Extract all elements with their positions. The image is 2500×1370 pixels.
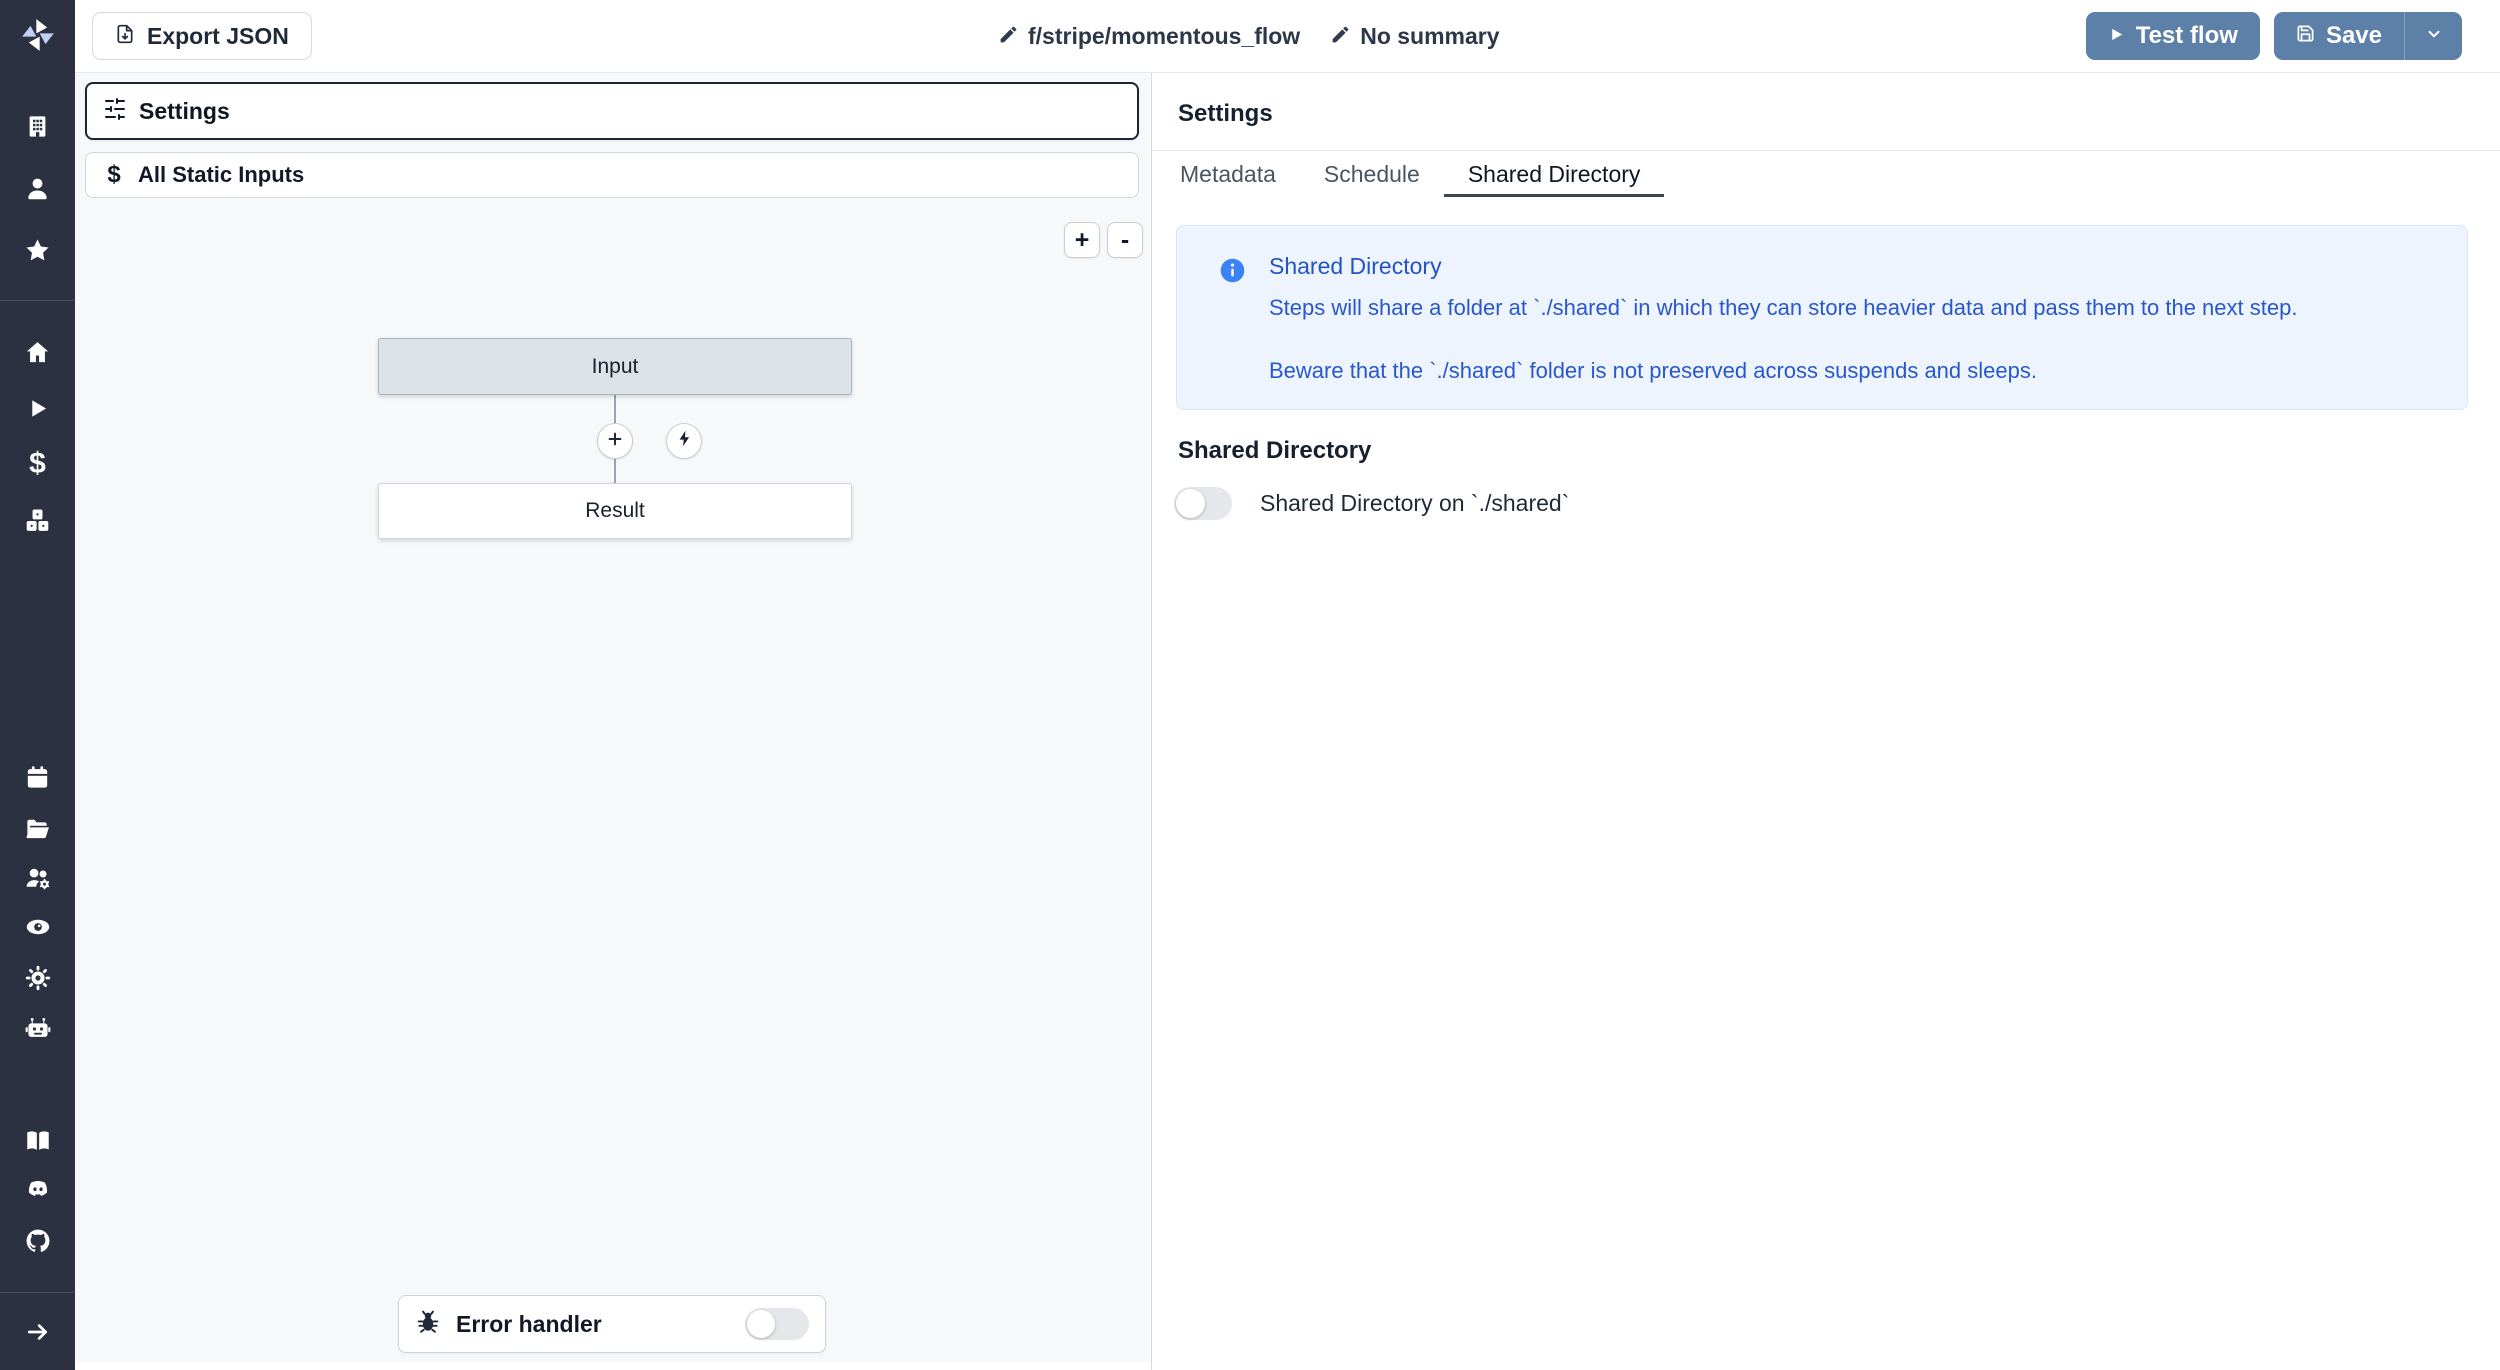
- save-button[interactable]: Save: [2274, 12, 2404, 60]
- info-icon: [1219, 257, 1246, 289]
- trigger-bolt-button[interactable]: [666, 423, 702, 459]
- settings-panel: Settings Metadata Schedule Shared Direct…: [1152, 73, 2500, 1370]
- settings-gear-icon[interactable]: [23, 963, 53, 993]
- folder-open-icon[interactable]: [23, 813, 53, 843]
- save-disk-icon: [2296, 22, 2315, 50]
- home-icon[interactable]: [23, 337, 53, 367]
- export-json-button[interactable]: Export JSON: [92, 12, 312, 60]
- error-handler-toggle[interactable]: [745, 1308, 809, 1340]
- info-box-line1: Steps will share a folder at `./shared` …: [1269, 295, 2427, 321]
- dollar-icon: $: [102, 161, 126, 189]
- chevron-down-icon: [2425, 25, 2443, 48]
- flow-settings-item[interactable]: Settings: [85, 82, 1139, 140]
- runs-play-icon[interactable]: [23, 393, 53, 423]
- flow-summary-edit[interactable]: No summary: [1330, 23, 1499, 50]
- shared-directory-toggle-row: Shared Directory on `./shared`: [1174, 487, 1569, 520]
- github-icon[interactable]: [23, 1226, 53, 1256]
- export-json-label: Export JSON: [147, 23, 289, 50]
- info-box-line2: Beware that the `./shared` folder is not…: [1269, 358, 2427, 384]
- toggle-knob: [747, 1310, 775, 1338]
- sidebar-divider: [0, 1292, 75, 1293]
- zoom-out-button[interactable]: -: [1107, 222, 1143, 258]
- settings-panel-title: Settings: [1178, 100, 1273, 128]
- sidebar: $: [0, 0, 75, 1370]
- sliders-icon: [103, 97, 127, 126]
- tab-shared-directory[interactable]: Shared Directory: [1444, 151, 1665, 197]
- groups-users-gear-icon[interactable]: [23, 863, 53, 893]
- save-button-group: Save: [2274, 12, 2462, 60]
- bug-icon: [415, 1309, 441, 1340]
- pencil-icon: [1330, 24, 1351, 50]
- error-handler-label: Error handler: [456, 1311, 602, 1338]
- insert-step-button[interactable]: [597, 423, 633, 459]
- audit-eye-icon[interactable]: [23, 912, 53, 942]
- dollar-glyph: $: [29, 449, 46, 479]
- shared-directory-toggle[interactable]: [1174, 487, 1232, 520]
- test-flow-button[interactable]: Test flow: [2086, 12, 2260, 60]
- pencil-icon: [998, 24, 1019, 50]
- shared-directory-section-title: Shared Directory: [1178, 437, 1371, 465]
- flow-canvas: Settings $ All Static Inputs + - Input R…: [75, 73, 1152, 1370]
- lightning-bolt-icon: [675, 429, 694, 453]
- flow-path-edit[interactable]: f/stripe/momentous_flow: [998, 23, 1300, 50]
- flow-path: f/stripe/momentous_flow: [1028, 23, 1300, 50]
- result-node[interactable]: Result: [378, 483, 852, 539]
- expand-arrow-right-icon[interactable]: [23, 1317, 53, 1347]
- windmill-logo-icon[interactable]: [16, 13, 60, 57]
- building-icon[interactable]: [23, 111, 53, 141]
- docs-book-icon[interactable]: [23, 1126, 53, 1156]
- all-static-inputs-label: All Static Inputs: [138, 162, 304, 188]
- info-box-title: Shared Directory: [1269, 253, 1442, 280]
- topbar: Export JSON f/stripe/momentous_flow No s…: [75, 0, 2500, 73]
- tab-schedule[interactable]: Schedule: [1300, 151, 1444, 197]
- toggle-knob: [1176, 489, 1205, 518]
- flow-identity: f/stripe/momentous_flow No summary: [998, 0, 1500, 73]
- all-static-inputs-item[interactable]: $ All Static Inputs: [85, 152, 1139, 198]
- zoom-in-button[interactable]: +: [1064, 222, 1100, 258]
- save-dropdown-button[interactable]: [2404, 12, 2462, 60]
- settings-tabs: Metadata Schedule Shared Directory: [1152, 150, 2500, 196]
- save-label: Save: [2326, 22, 2382, 50]
- tab-metadata[interactable]: Metadata: [1156, 151, 1300, 197]
- shared-directory-info-box: Shared Directory Steps will share a fold…: [1176, 225, 2468, 410]
- sidebar-divider: [0, 300, 75, 301]
- plus-icon: [605, 429, 625, 454]
- variables-dollar-icon[interactable]: $: [23, 449, 53, 479]
- windmill-flow-editor: $: [0, 0, 2500, 1370]
- flow-settings-label: Settings: [139, 98, 230, 125]
- ai-robot-icon[interactable]: [23, 1014, 53, 1044]
- star-icon[interactable]: [23, 235, 53, 265]
- test-flow-label: Test flow: [2136, 22, 2238, 50]
- user-icon[interactable]: [23, 173, 53, 203]
- error-handler-item[interactable]: Error handler: [398, 1295, 826, 1353]
- flow-summary: No summary: [1360, 23, 1499, 50]
- input-node[interactable]: Input: [378, 338, 852, 395]
- shared-directory-toggle-label: Shared Directory on `./shared`: [1260, 490, 1569, 517]
- file-export-icon: [115, 23, 135, 50]
- play-icon: [2108, 22, 2125, 50]
- schedules-calendar-icon[interactable]: [23, 762, 53, 792]
- resources-cubes-icon[interactable]: [23, 505, 53, 535]
- discord-icon[interactable]: [23, 1175, 53, 1205]
- topbar-actions: Test flow Save: [2086, 12, 2462, 60]
- canvas-bottom-edge: [75, 1362, 1151, 1370]
